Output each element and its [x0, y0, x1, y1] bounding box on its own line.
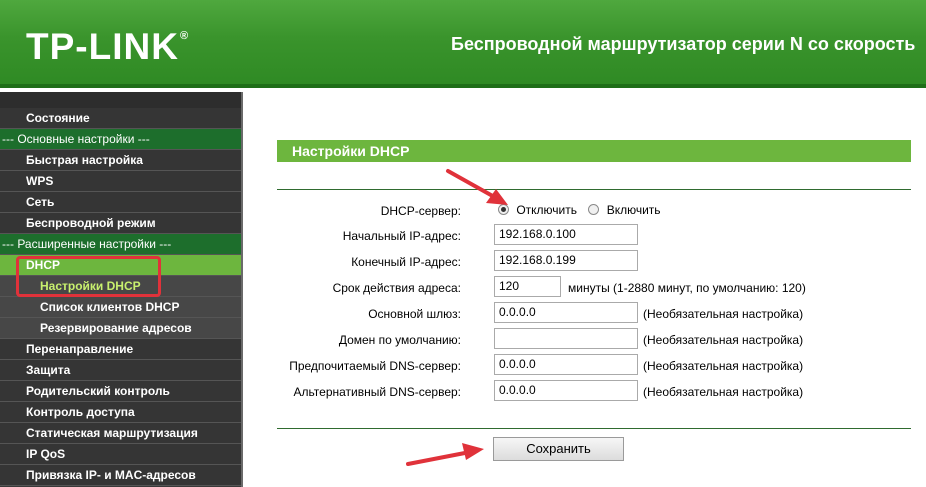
- start-ip-label: Начальный IP-адрес:: [342, 229, 461, 243]
- sidebar-item-network[interactable]: Сеть: [0, 192, 241, 213]
- dns2-note: (Необязательная настройка): [643, 385, 804, 399]
- lease-input[interactable]: 120: [494, 276, 561, 297]
- header-bar: TP-LINK® Беспроводной маршрутизатор сери…: [0, 0, 926, 88]
- dns2-label: Альтернативный DNS-сервер:: [293, 385, 461, 399]
- dns1-label: Предпочитаемый DNS-сервер:: [289, 359, 461, 373]
- sidebar-item-wps[interactable]: WPS: [0, 171, 241, 192]
- sidebar-item-access-control[interactable]: Контроль доступа: [0, 402, 241, 423]
- sidebar-item-quick-setup[interactable]: Быстрая настройка: [0, 150, 241, 171]
- sidebar-section-advanced[interactable]: --- Расширенные настройки ---: [0, 234, 241, 255]
- start-ip-row: Начальный IP-адрес: 192.168.0.100: [277, 224, 911, 248]
- gateway-label: Основной шлюз:: [368, 307, 461, 321]
- sidebar-item-ip-qos[interactable]: IP QoS: [0, 444, 241, 465]
- gateway-input[interactable]: 0.0.0.0: [494, 302, 638, 323]
- dns1-row: Предпочитаемый DNS-сервер: 0.0.0.0 (Необ…: [277, 354, 911, 378]
- dns2-input[interactable]: 0.0.0.0: [494, 380, 638, 401]
- arrow-to-radio-icon: [446, 169, 508, 205]
- sidebar-item-forwarding[interactable]: Перенаправление: [0, 339, 241, 360]
- end-ip-row: Конечный IP-адрес: 192.168.0.199: [277, 250, 911, 274]
- sidebar-item-security[interactable]: Защита: [0, 360, 241, 381]
- lease-label: Срок действия адреса:: [332, 281, 461, 295]
- sidebar-item-ip-mac-binding[interactable]: Привязка IP- и MAC-адресов: [0, 465, 241, 486]
- sidebar-item-address-reservation[interactable]: Резервирование адресов: [0, 318, 241, 339]
- domain-note: (Необязательная настройка): [643, 333, 804, 347]
- end-ip-label: Конечный IP-адрес:: [351, 255, 461, 269]
- dns1-input[interactable]: 0.0.0.0: [494, 354, 638, 375]
- page-title: Настройки DHCP: [277, 140, 911, 162]
- dhcp-server-label: DHCP-сервер:: [380, 204, 461, 218]
- dns2-row: Альтернативный DNS-сервер: 0.0.0.0 (Необ…: [277, 380, 911, 404]
- sidebar-item-status[interactable]: Состояние: [0, 108, 241, 129]
- divider-bottom: [277, 428, 911, 429]
- radio-enable[interactable]: [588, 204, 600, 215]
- lease-row: Срок действия адреса: 120 минуты (1-2880…: [277, 276, 911, 300]
- sidebar-item-static-routing[interactable]: Статическая маршрутизация: [0, 423, 241, 444]
- start-ip-input[interactable]: 192.168.0.100: [494, 224, 638, 245]
- end-ip-input[interactable]: 192.168.0.199: [494, 250, 638, 271]
- sidebar-section-basic[interactable]: --- Основные настройки ---: [0, 129, 241, 150]
- gateway-row: Основной шлюз: 0.0.0.0 (Необязательная н…: [277, 302, 911, 326]
- radio-enable-label[interactable]: Включить: [607, 203, 661, 217]
- dhcp-server-row: DHCP-сервер: Отключить Включить: [277, 199, 911, 223]
- sidebar-top-gap: [0, 92, 241, 108]
- header-title: Беспроводной маршрутизатор серии N со ск…: [451, 34, 916, 54]
- sidebar-item-dhcp-clients[interactable]: Список клиентов DHCP: [0, 297, 241, 318]
- lease-note: минуты (1-2880 минут, по умолчанию: 120): [568, 281, 806, 295]
- divider-top: [277, 189, 911, 190]
- tp-link-logo: TP-LINK®: [26, 26, 190, 67]
- dns1-note: (Необязательная настройка): [643, 359, 804, 373]
- domain-label: Домен по умолчанию:: [338, 333, 461, 347]
- highlight-box: [16, 256, 161, 297]
- sidebar-item-wireless[interactable]: Беспроводной режим: [0, 213, 241, 234]
- radio-disable-label[interactable]: Отключить: [516, 203, 577, 217]
- sidebar-item-parental-control[interactable]: Родительский контроль: [0, 381, 241, 402]
- arrow-to-save-icon: [406, 443, 484, 466]
- domain-input[interactable]: [494, 328, 638, 349]
- domain-row: Домен по умолчанию: (Необязательная наст…: [277, 328, 911, 352]
- dhcp-radio-group: Отключить Включить: [498, 203, 661, 217]
- save-button[interactable]: Сохранить: [493, 437, 624, 461]
- gateway-note: (Необязательная настройка): [643, 307, 804, 321]
